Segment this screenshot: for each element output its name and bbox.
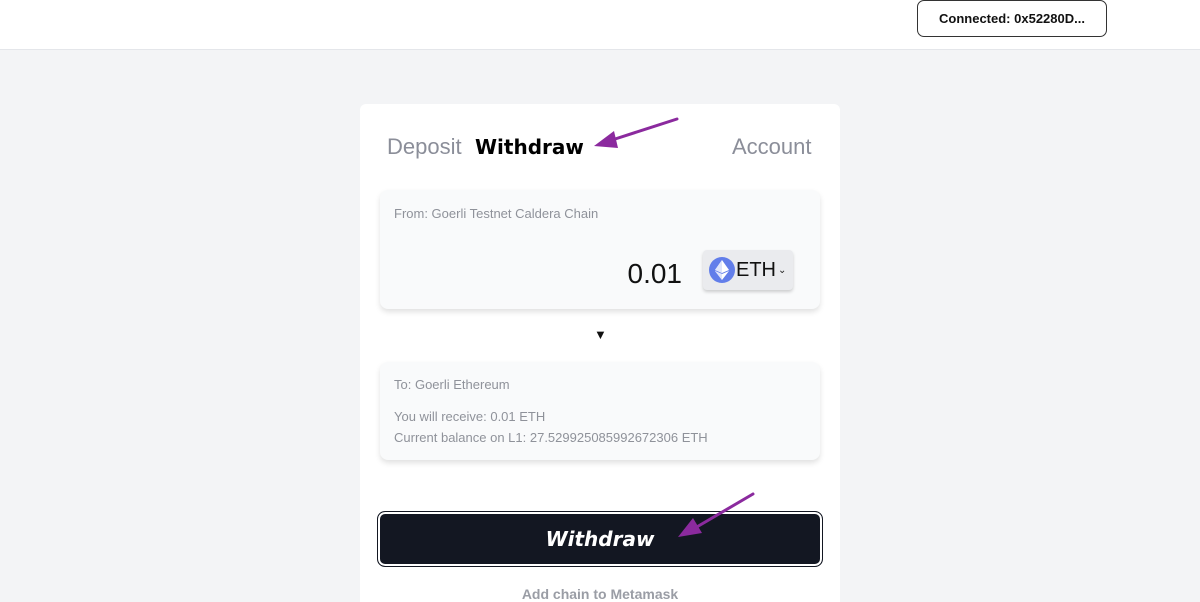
l1-balance-text: Current balance on L1: 27.52992508599267… [394,430,708,445]
token-symbol: ETH [736,258,776,281]
tab-deposit[interactable]: Deposit [387,134,462,160]
tab-withdraw[interactable]: Withdraw [475,135,584,159]
chevron-down-icon: ⌄ [778,264,787,276]
ethereum-icon [709,257,735,283]
token-select[interactable]: ETH ⌄ [703,250,793,290]
add-chain-link[interactable]: Add chain to Metamask [380,586,820,602]
receive-amount-text: You will receive: 0.01 ETH [394,409,546,424]
down-arrow-icon: ▼ [594,327,607,342]
to-panel: To: Goerli Ethereum You will receive: 0.… [380,362,820,460]
tab-account[interactable]: Account [732,134,812,160]
from-chain-label: From: Goerli Testnet Caldera Chain [394,206,599,221]
top-bar: Connected: 0x52280D... [0,0,1200,50]
connected-wallet-button[interactable]: Connected: 0x52280D... [917,0,1107,37]
amount-input[interactable]: 0.01 [628,258,683,290]
from-panel: From: Goerli Testnet Caldera Chain 0.01 … [380,190,820,309]
to-chain-label: To: Goerli Ethereum [394,377,510,392]
withdraw-button[interactable]: Withdraw [377,511,823,567]
withdraw-button-label: Withdraw [545,527,655,551]
